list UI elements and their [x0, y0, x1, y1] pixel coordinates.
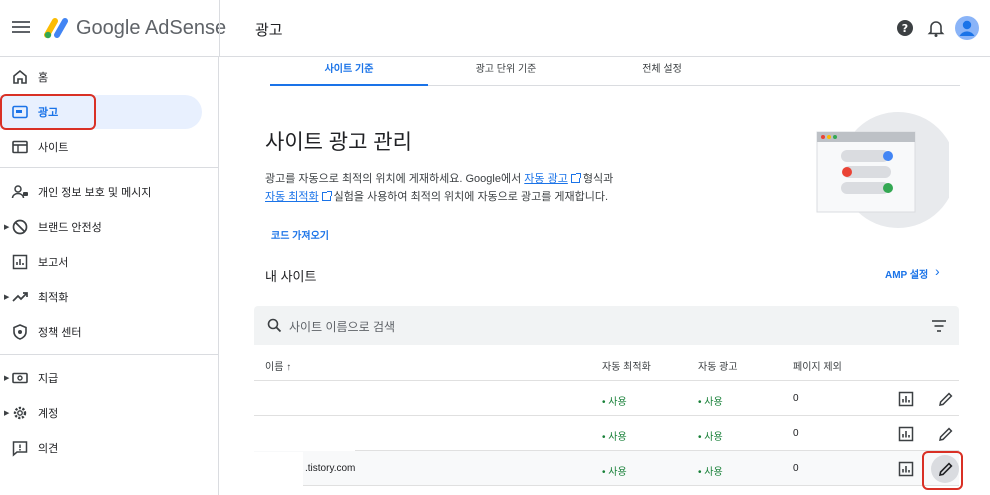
divider [0, 167, 218, 168]
status-auto-ads: • 사용 [698, 432, 723, 443]
sidebar-item-feedback[interactable]: 의견 [0, 431, 202, 465]
status-auto-optimization: • 사용 [602, 432, 627, 443]
status-auto-optimization: • 사용 [602, 467, 627, 478]
table-row[interactable]: .tistory.com • 사용 • 사용 0 [254, 451, 959, 486]
gear-icon [13, 406, 27, 420]
help-icon[interactable]: ? [894, 17, 916, 39]
sidebar-item-label: 보고서 [38, 257, 69, 269]
sidebar-item-account[interactable]: ▶ 계정 [0, 396, 202, 430]
site-search-bar[interactable]: 사이트 이름으로 검색 [254, 306, 959, 345]
account-avatar-icon[interactable] [955, 16, 979, 40]
search-icon [267, 318, 282, 333]
report-icon[interactable] [897, 390, 915, 408]
column-header-auto-ads: 자동 광고 [698, 362, 738, 373]
sidebar-item-privacy-messaging[interactable]: 개인 정보 보호 및 메시지 [0, 175, 202, 209]
svg-text:?: ? [902, 22, 908, 35]
expand-caret-icon: ▶ [4, 375, 10, 382]
status-auto-optimization: • 사용 [602, 397, 627, 408]
sidebar-item-reports[interactable]: 보고서 [0, 245, 202, 279]
search-input[interactable]: 사이트 이름으로 검색 [289, 318, 395, 335]
redaction-mask [219, 452, 303, 486]
sidebar-item-label: 사이트 [38, 142, 69, 154]
payments-icon [12, 372, 28, 384]
page-title: 광고 [255, 22, 283, 39]
reports-chart-icon [12, 254, 28, 270]
filter-icon[interactable] [932, 320, 946, 332]
block-icon [12, 219, 28, 235]
tab-by-site[interactable]: 사이트 기준 [270, 57, 428, 86]
brand-name: Google AdSense [76, 17, 227, 39]
sidebar-item-label: 개인 정보 보호 및 메시지 [38, 187, 152, 199]
expand-caret-icon: ▶ [4, 294, 10, 301]
adsense-logo-icon [44, 18, 68, 39]
column-header-excluded-pages: 페이지 제외 [793, 362, 842, 373]
home-icon [13, 69, 27, 84]
sort-arrow-icon: ↑ [286, 362, 292, 373]
excluded-pages-count: 0 [793, 463, 799, 474]
sidebar-item-payments[interactable]: ▶ 지급 [0, 361, 202, 395]
sidebar-item-label: 정책 센터 [38, 327, 82, 339]
amp-settings-link[interactable]: AMP 설정 [885, 266, 928, 281]
table-row[interactable]: • 사용 • 사용 0 [254, 381, 959, 416]
privacy-person-icon [11, 185, 28, 199]
sites-icon [12, 140, 28, 154]
auto-optimization-link[interactable]: 자동 최적화 [265, 191, 319, 203]
description-text: 실험을 사용하여 최적의 위치에 자동으로 광고를 게재합니다. [333, 191, 609, 203]
section-description: 광고를 자동으로 최적의 위치에 게재하세요. Google에서 자동 광고 형식… [265, 170, 685, 206]
report-icon[interactable] [897, 425, 915, 443]
sidebar-item-home[interactable]: 홈 [0, 60, 202, 94]
table-row[interactable]: • 사용 • 사용 0 [254, 416, 959, 451]
top-app-bar: Google AdSense 광고 ? [0, 0, 990, 57]
sidebar-item-label: 최적화 [38, 292, 69, 304]
feedback-icon [12, 441, 28, 457]
highlight-box-ads [0, 94, 96, 130]
description-text: 광고를 자동으로 최적의 위치에 게재하세요. Google에서 [265, 173, 522, 185]
status-auto-ads: • 사용 [698, 467, 723, 478]
policy-shield-icon [13, 324, 27, 340]
column-label: 이름 [265, 362, 284, 373]
notifications-bell-icon[interactable] [925, 17, 947, 39]
divider [219, 0, 220, 57]
edit-pencil-icon[interactable] [937, 425, 955, 443]
open-in-new-icon [321, 191, 332, 201]
sidebar-item-label: 브랜드 안전성 [38, 222, 102, 234]
sidebar-item-optimization[interactable]: ▶ 최적화 [0, 280, 202, 314]
site-name: .tistory.com [305, 463, 356, 474]
description-text: 형식과 [582, 173, 614, 185]
sidebar-item-policy-center[interactable]: 정책 센터 [0, 315, 202, 349]
sidebar-item-label: 의견 [38, 443, 59, 455]
highlight-box-edit [922, 451, 963, 490]
excluded-pages-count: 0 [793, 393, 799, 404]
trending-up-icon [12, 292, 28, 302]
tab-bar: 사이트 기준 광고 단위 기준 전체 설정 [270, 57, 960, 86]
excluded-pages-count: 0 [793, 428, 799, 439]
sidebar-item-label: 홈 [38, 72, 49, 84]
get-code-link[interactable]: 코드 가져오기 [271, 227, 329, 242]
table-header-row: 이름 ↑ 자동 최적화 자동 광고 페이지 제외 [254, 346, 959, 381]
sidebar-item-label: 계정 [38, 408, 59, 420]
my-sites-heading: 내 사이트 [265, 269, 317, 284]
sidebar-item-label: 지급 [38, 373, 59, 385]
chevron-right-icon[interactable]: › [935, 263, 940, 279]
ads-illustration [816, 112, 949, 228]
sidebar-item-brand-safety[interactable]: ▶ 브랜드 안전성 [0, 210, 202, 244]
auto-ads-link[interactable]: 자동 광고 [524, 173, 568, 185]
tab-by-ad-unit[interactable]: 광고 단위 기준 [428, 57, 584, 86]
redaction-mask [219, 416, 355, 451]
edit-pencil-icon[interactable] [937, 390, 955, 408]
divider [0, 354, 218, 355]
section-heading: 사이트 광고 관리 [265, 131, 412, 154]
menu-icon[interactable] [12, 18, 30, 36]
expand-caret-icon: ▶ [4, 224, 10, 231]
open-in-new-icon [570, 173, 581, 183]
sidebar-item-sites[interactable]: 사이트 [0, 130, 202, 164]
tab-global-settings[interactable]: 전체 설정 [584, 57, 740, 86]
report-icon[interactable] [897, 460, 915, 478]
column-header-name[interactable]: 이름 ↑ [265, 358, 291, 373]
status-auto-ads: • 사용 [698, 397, 723, 408]
expand-caret-icon: ▶ [4, 410, 10, 417]
column-header-auto-optimization: 자동 최적화 [602, 362, 651, 373]
